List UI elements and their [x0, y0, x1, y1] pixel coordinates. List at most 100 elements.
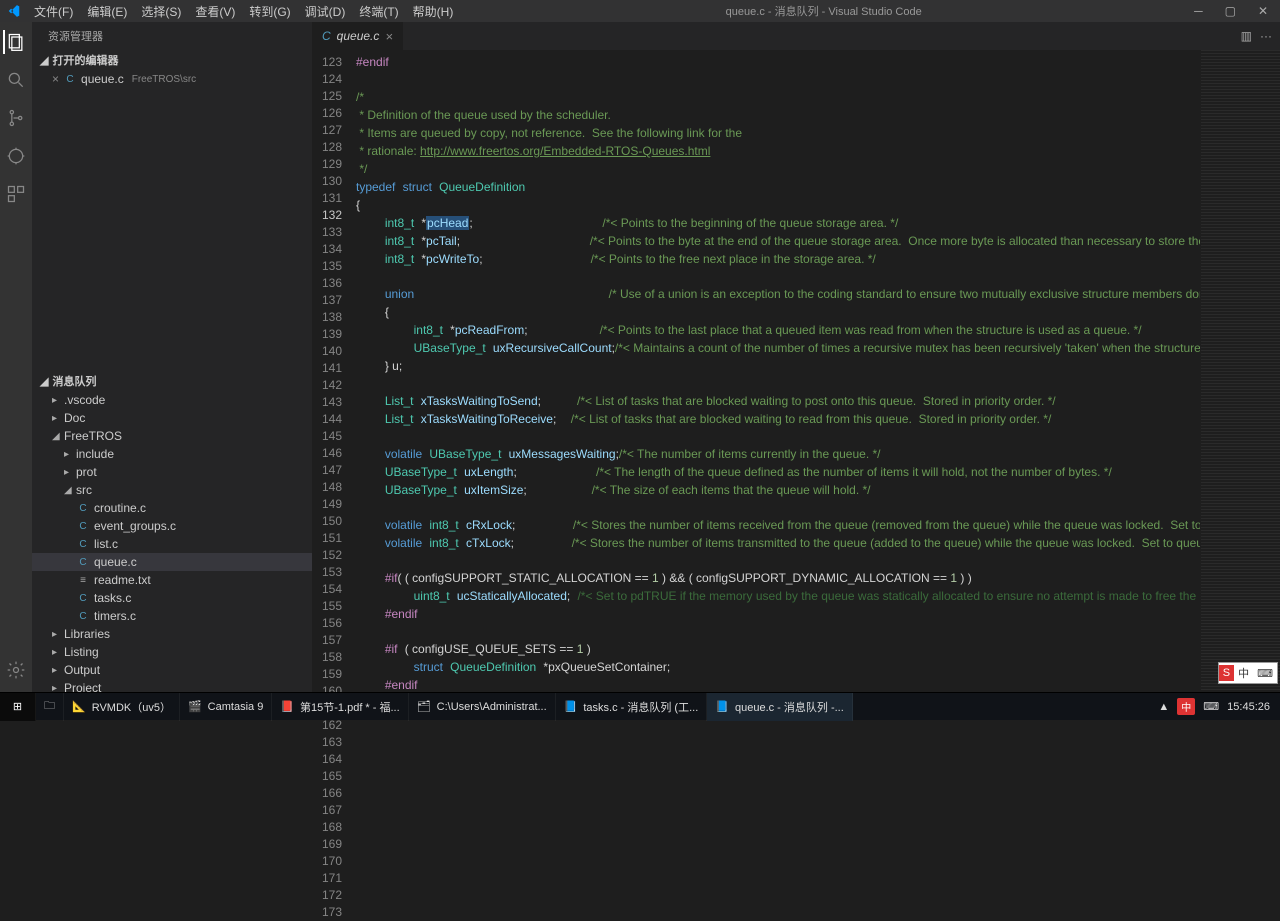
tree-item[interactable]: ≡readme.txt: [32, 571, 312, 589]
activity-bar: [0, 22, 32, 692]
tree-item[interactable]: ▸Project: [32, 679, 312, 692]
menu-terminal[interactable]: 终端(T): [353, 1, 404, 22]
menu-view[interactable]: 查看(V): [189, 1, 241, 22]
file-tree: ▸.vscode▸Doc◢FreeTROS▸include ▸ prot ◢ src Cc…: [32, 391, 312, 692]
file-path: FreeTROS\src: [132, 74, 196, 85]
tree-item[interactable]: Ctasks.c: [32, 589, 312, 607]
activity-extensions-icon[interactable]: [4, 182, 28, 206]
ime-lang-cn-icon[interactable]: 中: [1234, 663, 1253, 683]
tree-label: tasks.c: [94, 591, 131, 605]
activity-settings-icon[interactable]: [4, 658, 28, 682]
taskbar-button[interactable]: 📕 第15节-1.pdf * - 福...: [272, 693, 408, 721]
chevron-icon: ▸: [52, 647, 60, 658]
taskbar-icon: 📘: [715, 700, 729, 713]
taskbar-button[interactable]: 📘tasks.c - 消息队列 (工...: [556, 693, 708, 721]
taskbar-label: RVMDK（uv5）: [92, 699, 171, 715]
tree-item[interactable]: ▸Doc: [32, 409, 312, 427]
menu-selection[interactable]: 选择(S): [135, 1, 187, 22]
c-file-icon: C: [76, 611, 90, 622]
chevron-icon: ▸: [52, 665, 60, 676]
tree-item[interactable]: ▸Listing: [32, 643, 312, 661]
activity-search-icon[interactable]: [4, 68, 28, 92]
editor-tab-actions: ▥ ···: [1233, 22, 1280, 50]
taskbar-button[interactable]: 📐 RVMDK（uv5）: [64, 693, 180, 721]
code-editor[interactable]: #endif /* * Definition of the queue used…: [356, 50, 1200, 692]
tree-item[interactable]: ▸include: [32, 445, 312, 463]
taskbar-icon: ⊞: [13, 700, 22, 713]
tree-item[interactable]: Ctimers.c: [32, 607, 312, 625]
activity-scm-icon[interactable]: [4, 106, 28, 130]
menu-edit[interactable]: 编辑(E): [81, 1, 133, 22]
open-editors-header[interactable]: ◢ 打开的编辑器: [32, 50, 312, 70]
windows-taskbar: ⊞ 🗀 📐 RVMDK（uv5） 🎬Camtasia 9 📕 第15节-1.pdf * - …: [0, 692, 1280, 720]
txt-file-icon: ≡: [76, 575, 90, 586]
menu-help[interactable]: 帮助(H): [407, 1, 460, 22]
taskbar-icon: 📐: [72, 700, 86, 713]
taskbar-icon: 📕: [280, 700, 294, 713]
taskbar-button[interactable]: ⊞: [0, 693, 36, 721]
tab-close-icon[interactable]: ×: [385, 29, 393, 44]
close-editor-icon[interactable]: ×: [52, 72, 59, 86]
taskbar-label: 第15节-1.pdf * - 福...: [300, 699, 400, 715]
minimap[interactable]: [1200, 50, 1280, 692]
close-icon[interactable]: ✕: [1252, 2, 1274, 20]
taskbar-icon: 🗀: [44, 697, 55, 716]
workspace-label: 消息队列: [52, 373, 96, 389]
tree-item[interactable]: ▸ prot: [32, 463, 312, 481]
maximize-icon[interactable]: ▢: [1219, 2, 1242, 20]
tray-expand-icon[interactable]: ▲: [1158, 701, 1169, 713]
tree-item[interactable]: ◢ src: [32, 481, 312, 499]
taskbar-button[interactable]: 📘queue.c - 消息队列 -...: [707, 693, 853, 721]
chevron-icon: ▸: [52, 395, 60, 406]
tree-label: list.c: [94, 537, 118, 551]
chevron-icon: ▸: [64, 467, 72, 478]
tree-label: FreeTROS: [64, 429, 122, 443]
c-file-icon: C: [76, 539, 90, 550]
tree-item[interactable]: ◢FreeTROS: [32, 427, 312, 445]
ime-mode-icon[interactable]: S: [1219, 665, 1234, 681]
workspace-header[interactable]: ◢ 消息队列: [32, 371, 312, 391]
tree-item[interactable]: Cqueue.c: [32, 553, 312, 571]
tree-item[interactable]: ▸.vscode: [32, 391, 312, 409]
tree-label: queue.c: [94, 555, 137, 569]
activity-explorer-icon[interactable]: [3, 30, 27, 54]
taskbar-button[interactable]: 🗀: [36, 693, 64, 721]
editor-group: C queue.c × ▥ ··· 1231241251261271281291…: [312, 22, 1280, 692]
c-file-icon: C: [76, 521, 90, 532]
ime-toolbar[interactable]: S 中 ⌨: [1218, 662, 1278, 684]
open-editor-item[interactable]: × C queue.c FreeTROS\src: [32, 70, 312, 88]
ime-input-icon[interactable]: ⌨: [1253, 665, 1277, 682]
system-tray: ▲ 中 ⌨ 15:45:26: [1148, 698, 1280, 715]
explorer-sidebar: 资源管理器 ◢ 打开的编辑器 × C queue.c FreeTROS\src …: [32, 22, 312, 692]
tree-item[interactable]: ▸Libraries: [32, 625, 312, 643]
minimize-icon[interactable]: ─: [1188, 2, 1209, 20]
vscode-logo-icon: [6, 3, 22, 19]
tree-label: prot: [76, 465, 97, 479]
chevron-icon: ◢: [64, 485, 72, 496]
window-title: queue.c - 消息队列 - Visual Studio Code: [459, 3, 1188, 19]
more-actions-icon[interactable]: ···: [1260, 29, 1272, 43]
tray-ime-icon[interactable]: 中: [1177, 698, 1195, 715]
tree-label: event_groups.c: [94, 519, 176, 533]
tree-item[interactable]: Ccroutine.c: [32, 499, 312, 517]
menu-file[interactable]: 文件(F): [28, 1, 79, 22]
activity-debug-icon[interactable]: [4, 144, 28, 168]
tree-item[interactable]: Clist.c: [32, 535, 312, 553]
taskbar-button[interactable]: 🎬Camtasia 9: [180, 693, 272, 721]
tree-item[interactable]: ▸Output: [32, 661, 312, 679]
tree-item[interactable]: Cevent_groups.c: [32, 517, 312, 535]
tab-queue-c[interactable]: C queue.c ×: [312, 22, 404, 50]
menu-debug[interactable]: 调试(D): [299, 1, 352, 22]
tray-keyboard-icon[interactable]: ⌨: [1203, 700, 1219, 713]
menu-go[interactable]: 转到(G): [243, 1, 296, 22]
c-file-icon: C: [76, 503, 90, 514]
tree-label: src: [76, 483, 92, 497]
split-editor-icon[interactable]: ▥: [1241, 29, 1252, 43]
explorer-title: 资源管理器: [32, 22, 312, 50]
tree-label: croutine.c: [94, 501, 146, 515]
taskbar-icon: 🎬: [188, 700, 202, 713]
tray-clock[interactable]: 15:45:26: [1227, 701, 1270, 713]
taskbar-button[interactable]: 🗂C:\Users\Administrat...: [409, 693, 556, 721]
c-file-icon: C: [63, 74, 77, 85]
c-file-icon: C: [76, 593, 90, 604]
